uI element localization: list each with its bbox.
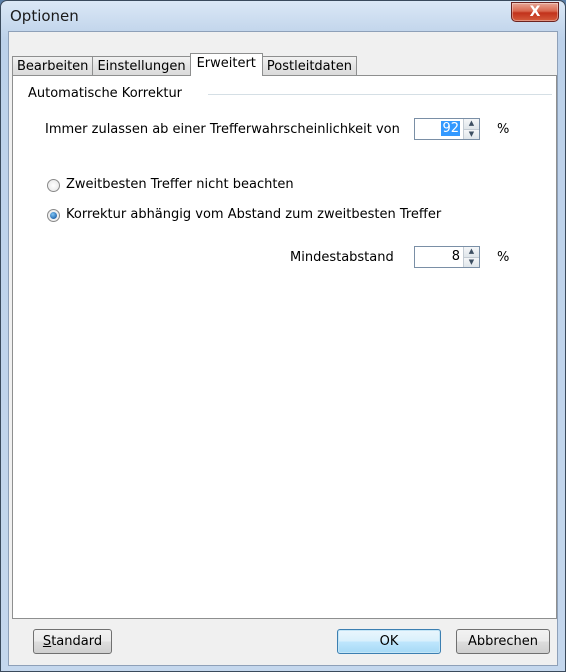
threshold-unit: % [497, 122, 510, 137]
cancel-button[interactable]: Abbrechen [456, 629, 550, 654]
close-button[interactable]: X [511, 2, 559, 22]
ok-button[interactable]: OK [337, 629, 441, 654]
radio-ignore-second-label[interactable]: Zweitbesten Treffer nicht beachten [66, 177, 294, 192]
tab-strip: Bearbeiten Einstellungen Erweitert Postl… [12, 53, 357, 76]
tab-postleitdaten[interactable]: Postleitdaten [261, 56, 357, 76]
tab-panel-erweitert: Automatische Korrektur Immer zulassen ab… [12, 75, 557, 619]
standard-label: tandard [51, 634, 103, 649]
radio-ignore-second[interactable] [47, 179, 60, 192]
up-arrow-icon[interactable]: ▲ [464, 119, 479, 130]
min-distance-label: Mindestabstand [290, 250, 394, 265]
tab-bearbeiten[interactable]: Bearbeiten [12, 56, 94, 76]
dialog-client-area: Bearbeiten Einstellungen Erweitert Postl… [8, 31, 558, 666]
radio-distance-based[interactable] [47, 209, 60, 222]
window-title: Optionen [10, 7, 79, 25]
standard-button[interactable]: Standard [33, 629, 112, 654]
group-divider [208, 94, 552, 95]
tab-erweitert[interactable]: Erweitert [189, 53, 263, 76]
title-bar[interactable]: Optionen X [1, 1, 565, 31]
down-arrow-icon[interactable]: ▼ [464, 129, 479, 139]
close-icon: X [529, 4, 541, 20]
min-distance-spin-arrows[interactable]: ▲ ▼ [463, 247, 479, 267]
standard-mnemonic: S [42, 634, 52, 649]
tab-einstellungen[interactable]: Einstellungen [92, 56, 191, 76]
options-dialog: Optionen X Bearbeiten Einstellungen Erwe… [0, 0, 566, 672]
radio-distance-based-label[interactable]: Korrektur abhängig vom Abstand zum zweit… [66, 207, 441, 222]
min-distance-value[interactable]: 8 [415, 247, 463, 267]
min-distance-spinbox[interactable]: 8 ▲ ▼ [414, 246, 480, 268]
threshold-value[interactable]: 92 [415, 119, 463, 139]
threshold-spinbox[interactable]: 92 ▲ ▼ [414, 118, 480, 140]
group-title: Automatische Korrektur [28, 86, 188, 101]
threshold-spin-arrows[interactable]: ▲ ▼ [463, 119, 479, 139]
min-distance-unit: % [497, 250, 510, 265]
down-arrow-icon[interactable]: ▼ [464, 257, 479, 267]
up-arrow-icon[interactable]: ▲ [464, 247, 479, 258]
threshold-label: Immer zulassen ab einer Trefferwahrschei… [45, 122, 400, 137]
